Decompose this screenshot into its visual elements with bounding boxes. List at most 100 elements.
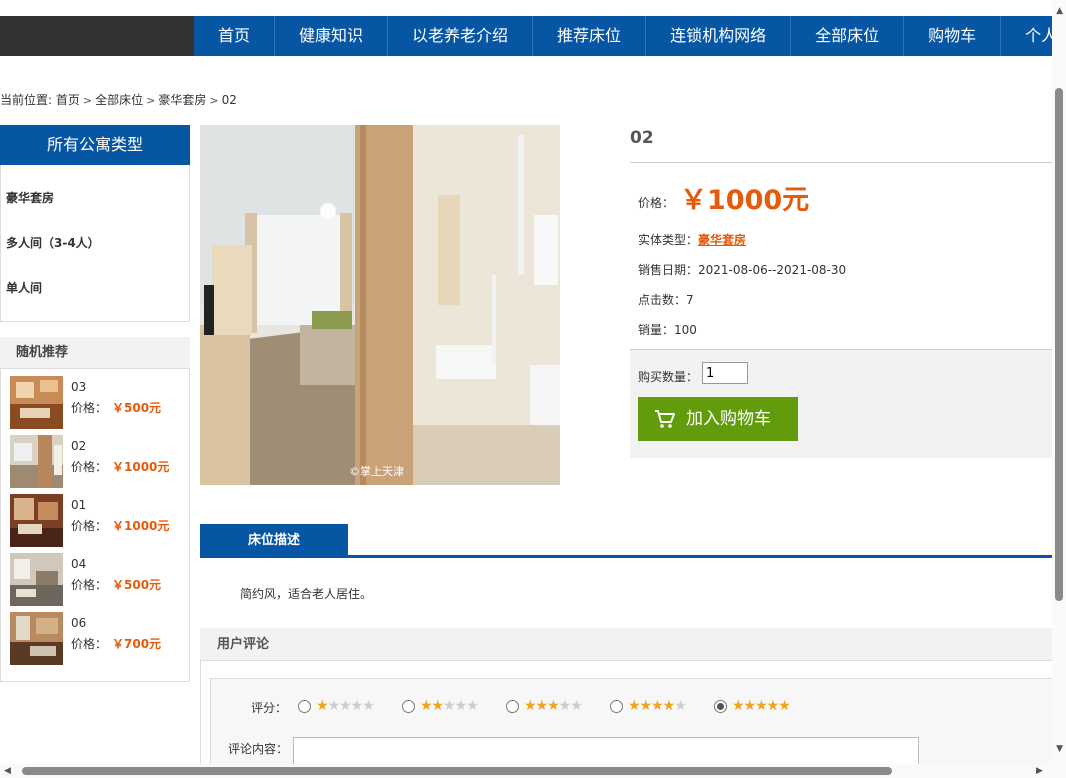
date-value: 2021-08-06--2021-08-30 [698,263,847,277]
category-item-multi[interactable]: 多人间（3-4人） [1,234,189,279]
recommend-name[interactable]: 02 [71,439,86,453]
room-thumbnail[interactable] [10,612,63,665]
recommend-name[interactable]: 06 [71,616,86,630]
clicks-label: 点击数： [638,293,687,307]
stars-icon: ★★★★★ [628,698,687,714]
product-image: ©掌上天津 [200,125,560,485]
product-title: 02 [630,128,654,148]
stars-icon: ★★★★★ [420,698,479,714]
price-label: 价格： [638,196,675,210]
recommend-price-label: 价格： [71,460,108,474]
recommend-price-label: 价格： [71,637,108,651]
nav-intro[interactable]: 以老养老介绍 [388,16,534,56]
recommend-title: 随机推荐 [0,337,190,369]
recommend-item[interactable]: 03 价格： ￥500元 [1,369,189,429]
nav-all-beds[interactable]: 全部床位 [791,16,905,56]
sales-row: 销量：100 [638,321,697,338]
breadcrumb-current: 02 [221,93,237,107]
nav-network[interactable]: 连锁机构网络 [646,16,792,56]
rating-option-5[interactable]: ★★★★★ [714,698,791,714]
radio-button[interactable] [506,699,519,713]
clicks-value: 7 [686,293,694,307]
divider [630,162,1052,163]
scroll-left-icon[interactable]: ◀ [4,766,11,776]
chevron-right-icon: > [146,94,156,107]
vertical-scrollbar[interactable]: ▲ ▼ [1052,0,1066,778]
recommend-price: ￥500元 [112,401,162,415]
clicks-row: 点击数：7 [638,291,694,308]
recommend-name[interactable]: 04 [71,557,86,571]
date-row: 销售日期：2021-08-06--2021-08-30 [638,261,846,278]
horizontal-scroll-thumb[interactable] [22,767,892,775]
category-item-luxury[interactable]: 豪华套房 [1,189,189,234]
type-label: 实体类型： [638,233,699,247]
vertical-scroll-thumb[interactable] [1055,88,1063,601]
main-nav: 首页 健康知识 以老养老介绍 推荐床位 连锁机构网络 全部床位 购物车 个人 [194,16,1052,56]
recommend-panel: 随机推荐 03 价格： ￥500元 02 价格： ￥1000元 01 价格： ￥… [0,337,190,682]
recommend-name[interactable]: 03 [71,380,86,394]
category-title: 所有公寓类型 [0,125,190,165]
quantity-input[interactable] [702,362,748,384]
recommend-price: ￥1000元 [112,519,170,533]
buy-box: 购买数量： 加入购物车 [630,349,1052,458]
room-photo [200,125,560,485]
room-thumbnail[interactable] [10,376,63,429]
recommend-item[interactable]: 01 价格： ￥1000元 [1,487,189,547]
nav-health[interactable]: 健康知识 [275,16,389,56]
scroll-right-icon[interactable]: ▶ [1036,766,1043,776]
radio-button[interactable] [402,699,415,713]
scroll-up-icon[interactable]: ▲ [1056,6,1063,16]
date-label: 销售日期： [638,263,699,277]
nav-home[interactable]: 首页 [194,16,276,56]
recommend-price: ￥1000元 [112,460,170,474]
tab-description[interactable]: 床位描述 [200,524,348,558]
image-watermark: ©掌上天津 [349,465,404,478]
category-item-single[interactable]: 单人间 [1,279,189,324]
room-thumbnail[interactable] [10,553,63,606]
sales-value: 100 [674,323,697,337]
recommend-item[interactable]: 06 价格： ￥700元 [1,605,189,665]
breadcrumb-category[interactable]: 豪华套房 [158,93,206,107]
rating-option-3[interactable]: ★★★★★ [506,698,583,714]
chevron-right-icon: > [209,94,219,107]
scroll-down-icon[interactable]: ▼ [1056,744,1063,754]
tab-bar: 床位描述 [200,524,1052,558]
quantity-label: 购买数量： [638,370,699,384]
category-panel: 所有公寓类型 豪华套房 多人间（3-4人） 单人间 [0,125,190,322]
comment-form: 评分： ★★★★★ ★★★★★ ★★★★★ ★★★★★ ★★★★★ 评论内容： [210,678,1055,778]
recommend-price: ￥700元 [112,637,162,651]
sales-label: 销量： [638,323,675,337]
comment-content-label: 评论内容： [228,742,289,756]
nav-personal[interactable]: 个人 [1001,16,1052,56]
radio-button[interactable] [610,699,623,713]
type-row: 实体类型：豪华套房 [638,231,746,248]
recommend-item[interactable]: 02 价格： ￥1000元 [1,428,189,488]
rating-option-4[interactable]: ★★★★★ [610,698,687,714]
recommend-price-label: 价格： [71,519,108,533]
breadcrumb-all-beds[interactable]: 全部床位 [95,93,143,107]
chevron-right-icon: > [82,94,93,107]
radio-button-selected[interactable] [714,699,727,713]
recommend-price-label: 价格： [71,578,108,592]
cart-icon [655,410,675,428]
breadcrumb: 当前位置: 首页 > 全部床位 > 豪华套房 >02 [0,91,237,108]
room-thumbnail[interactable] [10,435,63,488]
room-thumbnail[interactable] [10,494,63,547]
rating-option-2[interactable]: ★★★★★ [402,698,479,714]
nav-cart[interactable]: 购物车 [904,16,1002,56]
horizontal-scrollbar[interactable]: ◀ ▶ [0,764,1052,778]
recommend-name[interactable]: 01 [71,498,86,512]
rating-label: 评分： [251,701,288,715]
stars-icon: ★★★★★ [316,698,375,714]
rating-option-1[interactable]: ★★★★★ [298,698,375,714]
recommend-price: ￥500元 [112,578,162,592]
add-to-cart-label: 加入购物车 [686,409,771,429]
nav-recommend-beds[interactable]: 推荐床位 [533,16,647,56]
breadcrumb-home[interactable]: 首页 [56,93,80,107]
radio-button[interactable] [298,699,311,713]
recommend-item[interactable]: 04 价格： ￥500元 [1,546,189,606]
stars-icon: ★★★★★ [732,698,791,714]
add-to-cart-button[interactable]: 加入购物车 [638,397,798,441]
comments-title: 用户评论 [200,628,1052,661]
type-link[interactable]: 豪华套房 [698,233,746,247]
